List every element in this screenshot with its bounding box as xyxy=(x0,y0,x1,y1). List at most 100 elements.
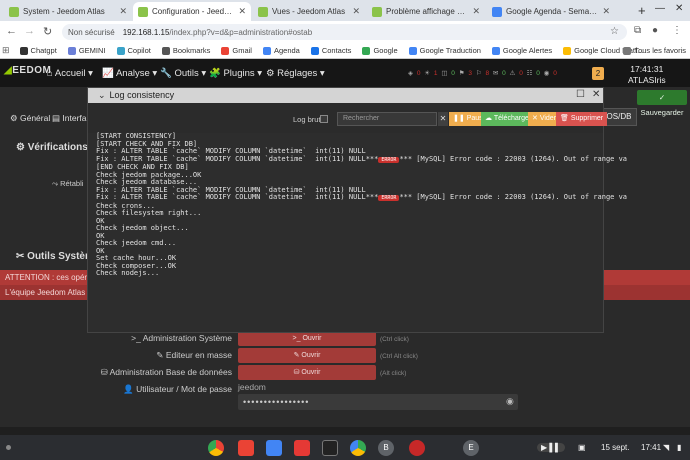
row-label: Utilisateur / Mot de passe xyxy=(136,384,232,394)
open-editeur-button[interactable]: ✎ Ouvrir xyxy=(238,348,376,363)
close-icon[interactable]: ✕ xyxy=(238,6,246,17)
bookmark-google[interactable]: Google xyxy=(362,46,398,55)
bookmark-gmail[interactable]: Gmail xyxy=(221,46,252,55)
close-icon[interactable]: ✕ xyxy=(472,6,480,17)
e-app-icon[interactable]: E xyxy=(463,440,479,456)
chrome-icon[interactable] xyxy=(208,440,224,456)
password-field[interactable]: •••••••••••••••• xyxy=(238,394,518,410)
youtube-icon[interactable] xyxy=(294,440,310,456)
close-icon[interactable]: ✕ xyxy=(119,6,127,17)
bookmark-star-icon[interactable]: ☆ xyxy=(610,26,619,37)
tab-interface[interactable]: ▤ Interfa xyxy=(52,113,87,124)
modal-header: ⌄ Log consistency ☐ ✕ xyxy=(88,88,603,103)
bookmark-contacts[interactable]: Contacts xyxy=(310,46,351,55)
delete-button[interactable]: 🗑 Supprimer xyxy=(556,112,608,126)
tab-general[interactable]: ⚙ Général xyxy=(10,113,50,124)
open-db-button[interactable]: ⛁ Ouvrir xyxy=(238,365,376,380)
menu-outils[interactable]: 🔧 Outils ▾ xyxy=(160,68,206,79)
tab-label: Général xyxy=(19,113,51,123)
save-button[interactable]: ✓ Sauvegarder xyxy=(637,90,687,117)
terminal-icon[interactable] xyxy=(322,440,338,456)
back-icon[interactable]: ← xyxy=(6,25,17,37)
row-editeur-label: ✎ Editeur en masse xyxy=(156,350,232,360)
log-line: Check nodejs... xyxy=(96,269,160,277)
menu-plugins[interactable]: 🧩 Plugins ▾ xyxy=(209,68,262,79)
log-brut-checkbox[interactable] xyxy=(320,115,328,123)
extensions-icon[interactable]: ⧉ xyxy=(634,25,641,36)
menu-analyse[interactable]: 📈 Analyse ▾ xyxy=(102,68,157,79)
error-text: *** [MySQL] Error code : 22003 (1264). O… xyxy=(399,193,628,201)
minimize-icon[interactable]: — xyxy=(655,3,665,14)
row-label: Editeur en masse xyxy=(165,350,232,360)
bookmark-bookmarks[interactable]: Bookmarks xyxy=(161,46,210,55)
play-store-icon[interactable] xyxy=(350,440,366,456)
browser-tab[interactable]: Vues - Jeedom Atlas ✕ xyxy=(253,2,365,21)
close-icon[interactable]: ✕ xyxy=(592,89,600,100)
app-red-icon[interactable] xyxy=(409,440,425,456)
taskbar-time[interactable]: 17:41 xyxy=(641,443,661,452)
open-admin-systeme-button[interactable]: >_ Ouvrir xyxy=(238,331,376,346)
browser-tab[interactable]: Problème affichage suivi con ✕ xyxy=(367,2,485,21)
jeedom-logo[interactable]: ◢EEDOM xyxy=(4,65,51,76)
bookmark-agenda[interactable]: Agenda xyxy=(262,46,300,55)
maximize-icon[interactable]: ☐ xyxy=(576,89,585,100)
launcher-icon[interactable] xyxy=(6,445,11,450)
clock-time: 17:41:31 xyxy=(630,64,664,74)
url-input[interactable]: Non sécurisé 192.168.1.15/index.php?v=d&… xyxy=(62,24,627,40)
menu-reglages[interactable]: ⚙ Réglages ▾ xyxy=(266,68,325,79)
browser-tab-active[interactable]: Configuration - Jeedom Atlas ✕ xyxy=(133,2,251,21)
user-name[interactable]: ATLASIris xyxy=(628,75,666,86)
clipboard-icon[interactable]: ▣ xyxy=(578,443,586,452)
wifi-icon[interactable]: ◥ xyxy=(663,443,669,452)
folder-icon xyxy=(161,46,170,55)
browser-tab[interactable]: Google Agenda - Semaine d ✕ xyxy=(487,2,615,21)
close-window-icon[interactable]: ✕ xyxy=(675,3,683,14)
log-search-input[interactable]: Rechercher xyxy=(337,112,437,126)
log-line: Fix : ALTER TABLE `cache` MODIFY COLUMN … xyxy=(96,193,628,203)
log-line: Check composer...OK xyxy=(96,261,177,270)
retablir-label: ⤳ Rétabli xyxy=(52,179,84,188)
row-label: Administration Système xyxy=(142,333,232,343)
bookmark-label: Google Alertes xyxy=(502,46,553,55)
taskbar-date[interactable]: 15 sept. xyxy=(601,443,629,452)
log-brut-label: Log brut xyxy=(293,115,321,124)
profile-icon[interactable]: ● xyxy=(652,25,658,36)
new-tab-icon[interactable]: + xyxy=(638,3,646,18)
bookmark-copilot[interactable]: Copilot xyxy=(116,46,151,55)
menu-accueil[interactable]: ⌂ Accueil ▾ xyxy=(47,68,93,79)
eye-icon[interactable]: ◉ xyxy=(506,396,514,407)
close-icon[interactable]: ✕ xyxy=(602,6,610,17)
bookmark-gemini[interactable]: GEMINI xyxy=(67,46,106,55)
clear-search-icon[interactable]: ✕ xyxy=(438,112,448,126)
browser-tab[interactable]: System - Jeedom Atlas ✕ xyxy=(4,2,132,21)
docs-icon[interactable] xyxy=(266,440,282,456)
b-app-icon[interactable]: B xyxy=(378,440,394,456)
log-content: [START CONSISTENCY] [START CHECK AND FIX … xyxy=(88,132,627,332)
label-text: Rétabli xyxy=(60,179,84,188)
error-badge: ERROR xyxy=(378,195,400,201)
folder-icon xyxy=(623,46,632,55)
bookmark-traduction[interactable]: Google Traduction xyxy=(408,46,481,55)
modal-title: ⌄ Log consistency xyxy=(98,90,174,101)
security-label[interactable]: Non sécurisé xyxy=(68,28,115,37)
user-value[interactable]: jeedom xyxy=(238,382,266,392)
media-controls-icon[interactable]: ▶ ▌▌ xyxy=(537,443,565,452)
notification-badge[interactable]: 2 xyxy=(592,67,604,80)
all-bookmarks[interactable]: Tous les favoris xyxy=(623,46,686,55)
chatgpt-icon xyxy=(19,46,28,55)
apps-icon[interactable]: ⊞ xyxy=(2,45,10,56)
battery-icon[interactable]: ▮ xyxy=(677,443,681,452)
gmail-icon[interactable] xyxy=(238,440,254,456)
reload-icon[interactable]: ↻ xyxy=(43,25,52,38)
save-label: Sauvegarder xyxy=(640,108,684,117)
close-icon[interactable]: ✕ xyxy=(352,6,360,17)
log-line: Check jeedom cmd... xyxy=(96,239,177,247)
chevron-down-icon[interactable]: ⌄ xyxy=(98,90,106,100)
menu-icon[interactable]: ⋮ xyxy=(672,25,682,36)
url-host: 192.168.1.15 xyxy=(122,27,170,37)
jeedom-favicon-icon xyxy=(138,6,148,17)
forward-icon[interactable]: → xyxy=(24,25,35,37)
bookmark-alertes[interactable]: Google Alertes xyxy=(491,46,553,55)
bookmark-chatgpt[interactable]: Chatgpt xyxy=(19,46,57,55)
log-line: Check filesystem right... xyxy=(96,209,202,217)
